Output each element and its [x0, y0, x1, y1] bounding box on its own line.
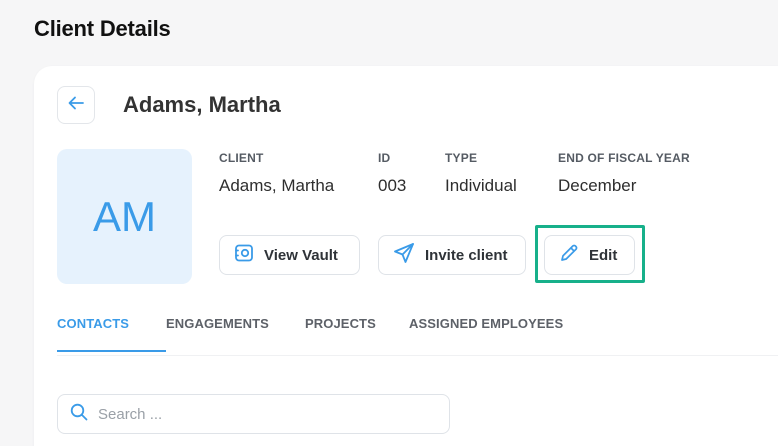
- client-card: Adams, Martha AM CLIENT Adams, Martha ID…: [34, 66, 778, 446]
- view-vault-button[interactable]: View Vault: [219, 235, 360, 275]
- paper-plane-icon: [393, 242, 415, 268]
- invite-client-label: Invite client: [425, 246, 508, 264]
- info-value-client: Adams, Martha: [219, 176, 335, 195]
- back-button[interactable]: [57, 86, 95, 124]
- info-value-type: Individual: [445, 176, 517, 195]
- view-vault-label: View Vault: [264, 246, 338, 264]
- tab-assigned-employees[interactable]: ASSIGNED EMPLOYEES: [409, 316, 563, 352]
- edit-label: Edit: [589, 246, 618, 264]
- avatar: AM: [57, 149, 192, 284]
- info-label-fiscal-year: END OF FISCAL YEAR: [558, 151, 690, 165]
- tabs-divider: [57, 355, 778, 356]
- tab-engagements[interactable]: ENGAGEMENTS: [166, 316, 305, 352]
- tabs: CONTACTS ENGAGEMENTS PROJECTS ASSIGNED E…: [57, 316, 563, 352]
- info-label-client: CLIENT: [219, 151, 264, 165]
- info-value-id: 003: [378, 176, 407, 195]
- info-label-id: ID: [378, 151, 391, 165]
- info-value-fiscal-year: December: [558, 176, 637, 195]
- page-title: Client Details: [34, 16, 171, 41]
- search-input[interactable]: [98, 405, 437, 423]
- tab-projects[interactable]: PROJECTS: [305, 316, 409, 352]
- info-type: TYPE Individual: [445, 151, 517, 196]
- tab-contacts[interactable]: CONTACTS: [57, 316, 166, 352]
- info-fiscal-year: END OF FISCAL YEAR December: [558, 151, 690, 196]
- search-box[interactable]: [57, 394, 450, 434]
- info-client: CLIENT Adams, Martha: [219, 151, 334, 196]
- info-id: ID 003: [378, 151, 406, 196]
- info-label-type: TYPE: [445, 151, 478, 165]
- search-icon: [70, 403, 88, 426]
- arrow-left-icon: [68, 96, 84, 115]
- vault-icon: [234, 243, 254, 267]
- invite-client-button[interactable]: Invite client: [378, 235, 526, 275]
- client-name-heading: Adams, Martha: [123, 92, 281, 117]
- edit-button[interactable]: Edit: [544, 235, 635, 275]
- pencil-icon: [559, 243, 579, 267]
